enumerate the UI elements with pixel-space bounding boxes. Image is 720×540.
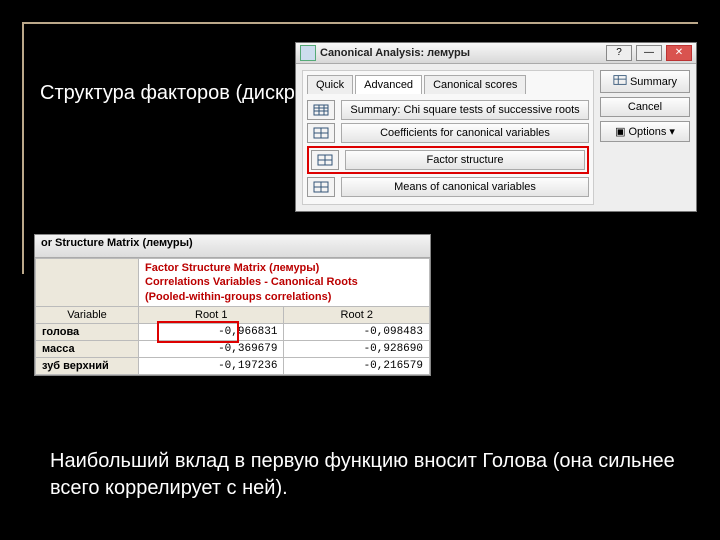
summary-button[interactable]: Summary <box>600 70 690 93</box>
cell: -0,369679 <box>139 340 284 357</box>
grid-icon <box>307 123 335 143</box>
minimize-button[interactable]: — <box>636 45 662 61</box>
factor-structure-button[interactable]: Factor structure <box>345 150 585 170</box>
cell: -0,216579 <box>284 357 430 374</box>
tab-advanced[interactable]: Advanced <box>355 75 422 94</box>
row-head: зуб верхний <box>36 357 139 374</box>
dialog-titlebar: Canonical Analysis: лемуры ? — ✕ <box>296 43 696 64</box>
dialog-right-panel: Summary Cancel ▣ Options ▾ <box>600 70 690 205</box>
summary-chi-square-button[interactable]: Summary: Chi square tests of successive … <box>341 100 589 120</box>
factor-structure-sheet: or Structure Matrix (лемуры) Factor Stru… <box>34 234 431 376</box>
chevron-down-icon: ▾ <box>669 125 675 138</box>
table-info-header: Factor Structure Matrix (лемуры) Correla… <box>139 259 430 307</box>
app-icon <box>300 45 316 61</box>
close-button[interactable]: ✕ <box>666 45 692 61</box>
factor-structure-table: Factor Structure Matrix (лемуры) Correla… <box>35 258 430 375</box>
tab-quick[interactable]: Quick <box>307 75 353 94</box>
canonical-analysis-dialog: Canonical Analysis: лемуры ? — ✕ Quick A… <box>295 42 697 212</box>
summary-icon <box>613 74 627 89</box>
summary-button-label: Summary <box>630 76 677 88</box>
dialog-left-panel: Quick Advanced Canonical scores Summary:… <box>302 70 594 205</box>
col-variable: Variable <box>36 306 139 323</box>
cell: -0,197236 <box>139 357 284 374</box>
cell: -0,098483 <box>284 323 430 340</box>
coefficients-button[interactable]: Coefficients for canonical variables <box>341 123 589 143</box>
slide-conclusion: Наибольший вклад в первую функцию вносит… <box>50 448 680 502</box>
col-root1: Root 1 <box>139 306 284 323</box>
sheet-window-title: or Structure Matrix (лемуры) <box>35 235 430 258</box>
info-line: Factor Structure Matrix (лемуры) <box>145 261 423 275</box>
options-button[interactable]: ▣ Options ▾ <box>600 121 690 142</box>
row-head: голова <box>36 323 139 340</box>
tab-bar: Quick Advanced Canonical scores <box>307 75 589 94</box>
grid-icon <box>307 177 335 197</box>
table-row: масса -0,369679 -0,928690 <box>36 340 430 357</box>
tab-canonical-scores[interactable]: Canonical scores <box>424 75 526 94</box>
row-head: масса <box>36 340 139 357</box>
table-row: голова -0,966831 -0,098483 <box>36 323 430 340</box>
grid-icon <box>307 100 335 120</box>
options-icon: ▣ <box>615 125 625 138</box>
dialog-title: Canonical Analysis: лемуры <box>320 47 602 59</box>
highlighted-row: Factor structure <box>307 146 589 174</box>
grid-icon <box>311 150 339 170</box>
info-line: Correlations Variables - Canonical Roots <box>145 275 423 289</box>
options-button-label: Options <box>628 126 666 138</box>
info-line: (Pooled-within-groups correlations) <box>145 290 423 304</box>
means-button[interactable]: Means of canonical variables <box>341 177 589 197</box>
cancel-button[interactable]: Cancel <box>600 97 690 117</box>
cell: -0,928690 <box>284 340 430 357</box>
table-row: зуб верхний -0,197236 -0,216579 <box>36 357 430 374</box>
help-button[interactable]: ? <box>606 45 632 61</box>
cell: -0,966831 <box>139 323 284 340</box>
col-root2: Root 2 <box>284 306 430 323</box>
